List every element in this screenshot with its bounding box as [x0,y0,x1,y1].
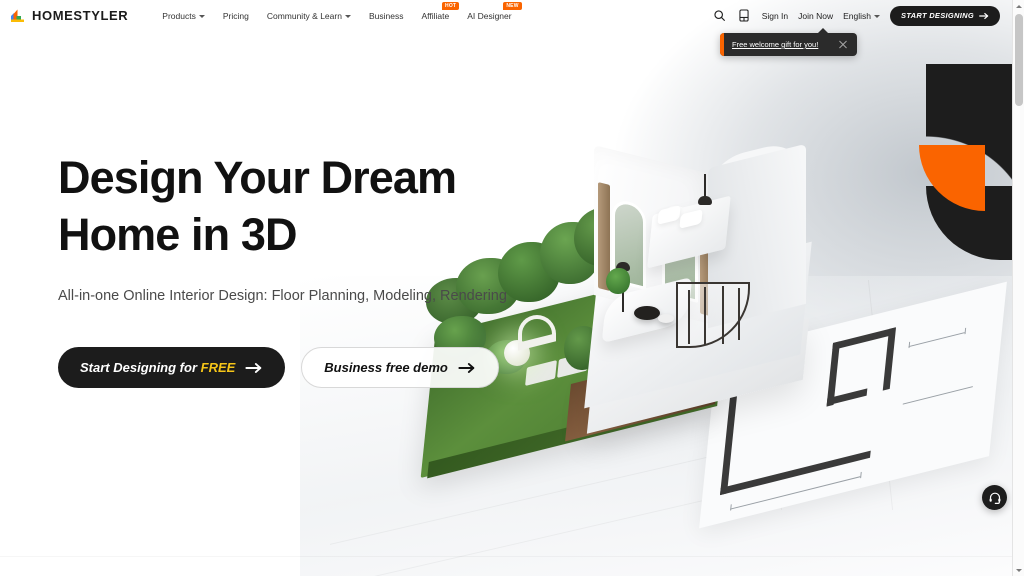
cta-primary-label: Start Designing for FREE [80,360,236,375]
search-icon[interactable] [712,8,727,23]
language-selector[interactable]: English [843,10,881,21]
welcome-gift-link[interactable]: Free welcome gift for you! [732,40,818,49]
hero-title-line-2: Home in 3D [58,208,297,260]
hot-badge: HOT [442,1,460,10]
hero-cta-group: Start Designing for FREE Business free d… [58,347,578,388]
cta-primary-highlight: FREE [200,360,236,375]
scroll-up-arrow-icon[interactable] [1013,0,1024,12]
chevron-down-icon [874,14,881,18]
nav-item-affiliate[interactable]: Affiliate HOT [412,1,460,25]
hero-subtitle: All-in-one Online Interior Design: Floor… [58,288,507,305]
chevron-down-icon [198,14,205,18]
nav-label: Affiliate [421,10,450,21]
join-now-link[interactable]: Join Now [798,11,833,21]
secondary-nav: Sign In Join Now English START DESIGNING [712,5,1000,26]
nav-label: Community & Learn [266,10,342,21]
support-chat-button[interactable] [982,485,1007,510]
nav-label: Pricing [222,10,249,21]
sign-in-link[interactable]: Sign In [762,11,788,21]
arrow-right-icon [245,362,262,373]
scroll-down-arrow-icon[interactable] [1013,564,1024,576]
language-label: English [843,10,872,21]
nav-label: Products [162,10,196,21]
nav-item-ai-designer[interactable]: AI Designer NEW [458,1,522,25]
business-free-demo-button[interactable]: Business free demo [301,347,499,388]
hero-title-line-1: Design Your Dream [58,152,457,203]
brand-name: HOMESTYLER [32,8,129,23]
mobile-app-icon[interactable] [737,8,752,23]
nav-item-community-learn[interactable]: Community & Learn [258,7,360,25]
nav-item-business[interactable]: Business [360,7,413,25]
new-badge: NEW [503,1,522,10]
top-navigation-bar: HOMESTYLER Products Pricing Community & … [0,0,1012,31]
nav-item-products[interactable]: Products [153,7,214,25]
close-icon[interactable] [838,40,848,50]
indoor-plant [606,268,630,294]
wall-lamp-head [698,196,712,205]
headset-support-icon [989,492,1000,504]
brand-logo[interactable]: HOMESTYLER [9,8,128,24]
arrow-right-icon [979,12,989,19]
round-coffee-table [634,306,660,320]
side-table [658,314,674,323]
start-designing-label: START DESIGNING [901,11,974,20]
start-designing-nav-button[interactable]: START DESIGNING [890,5,1000,26]
nav-label: Business [368,10,404,21]
welcome-gift-tooltip: Free welcome gift for you! [720,28,857,56]
cta-secondary-label: Business free demo [324,360,448,375]
hero-section: Design Your Dream Home in 3D All-in-one … [58,150,578,388]
footer-divider [0,556,1012,557]
browser-scrollbar[interactable] [1012,0,1024,576]
scrollbar-thumb[interactable] [1015,14,1023,106]
curved-balcony-railing [676,282,750,348]
chevron-down-icon [344,14,351,18]
nav-label: AI Designer [467,10,512,21]
page-viewport: HOMESTYLER Products Pricing Community & … [0,0,1012,576]
start-designing-for-free-button[interactable]: Start Designing for FREE [58,347,286,388]
primary-nav: Products Pricing Community & Learn Busin… [153,1,522,25]
nav-item-pricing[interactable]: Pricing [214,7,258,25]
homestyler-logo-icon [9,8,26,24]
page-title: Design Your Dream Home in 3D [58,150,578,263]
arrow-right-icon [458,362,475,373]
